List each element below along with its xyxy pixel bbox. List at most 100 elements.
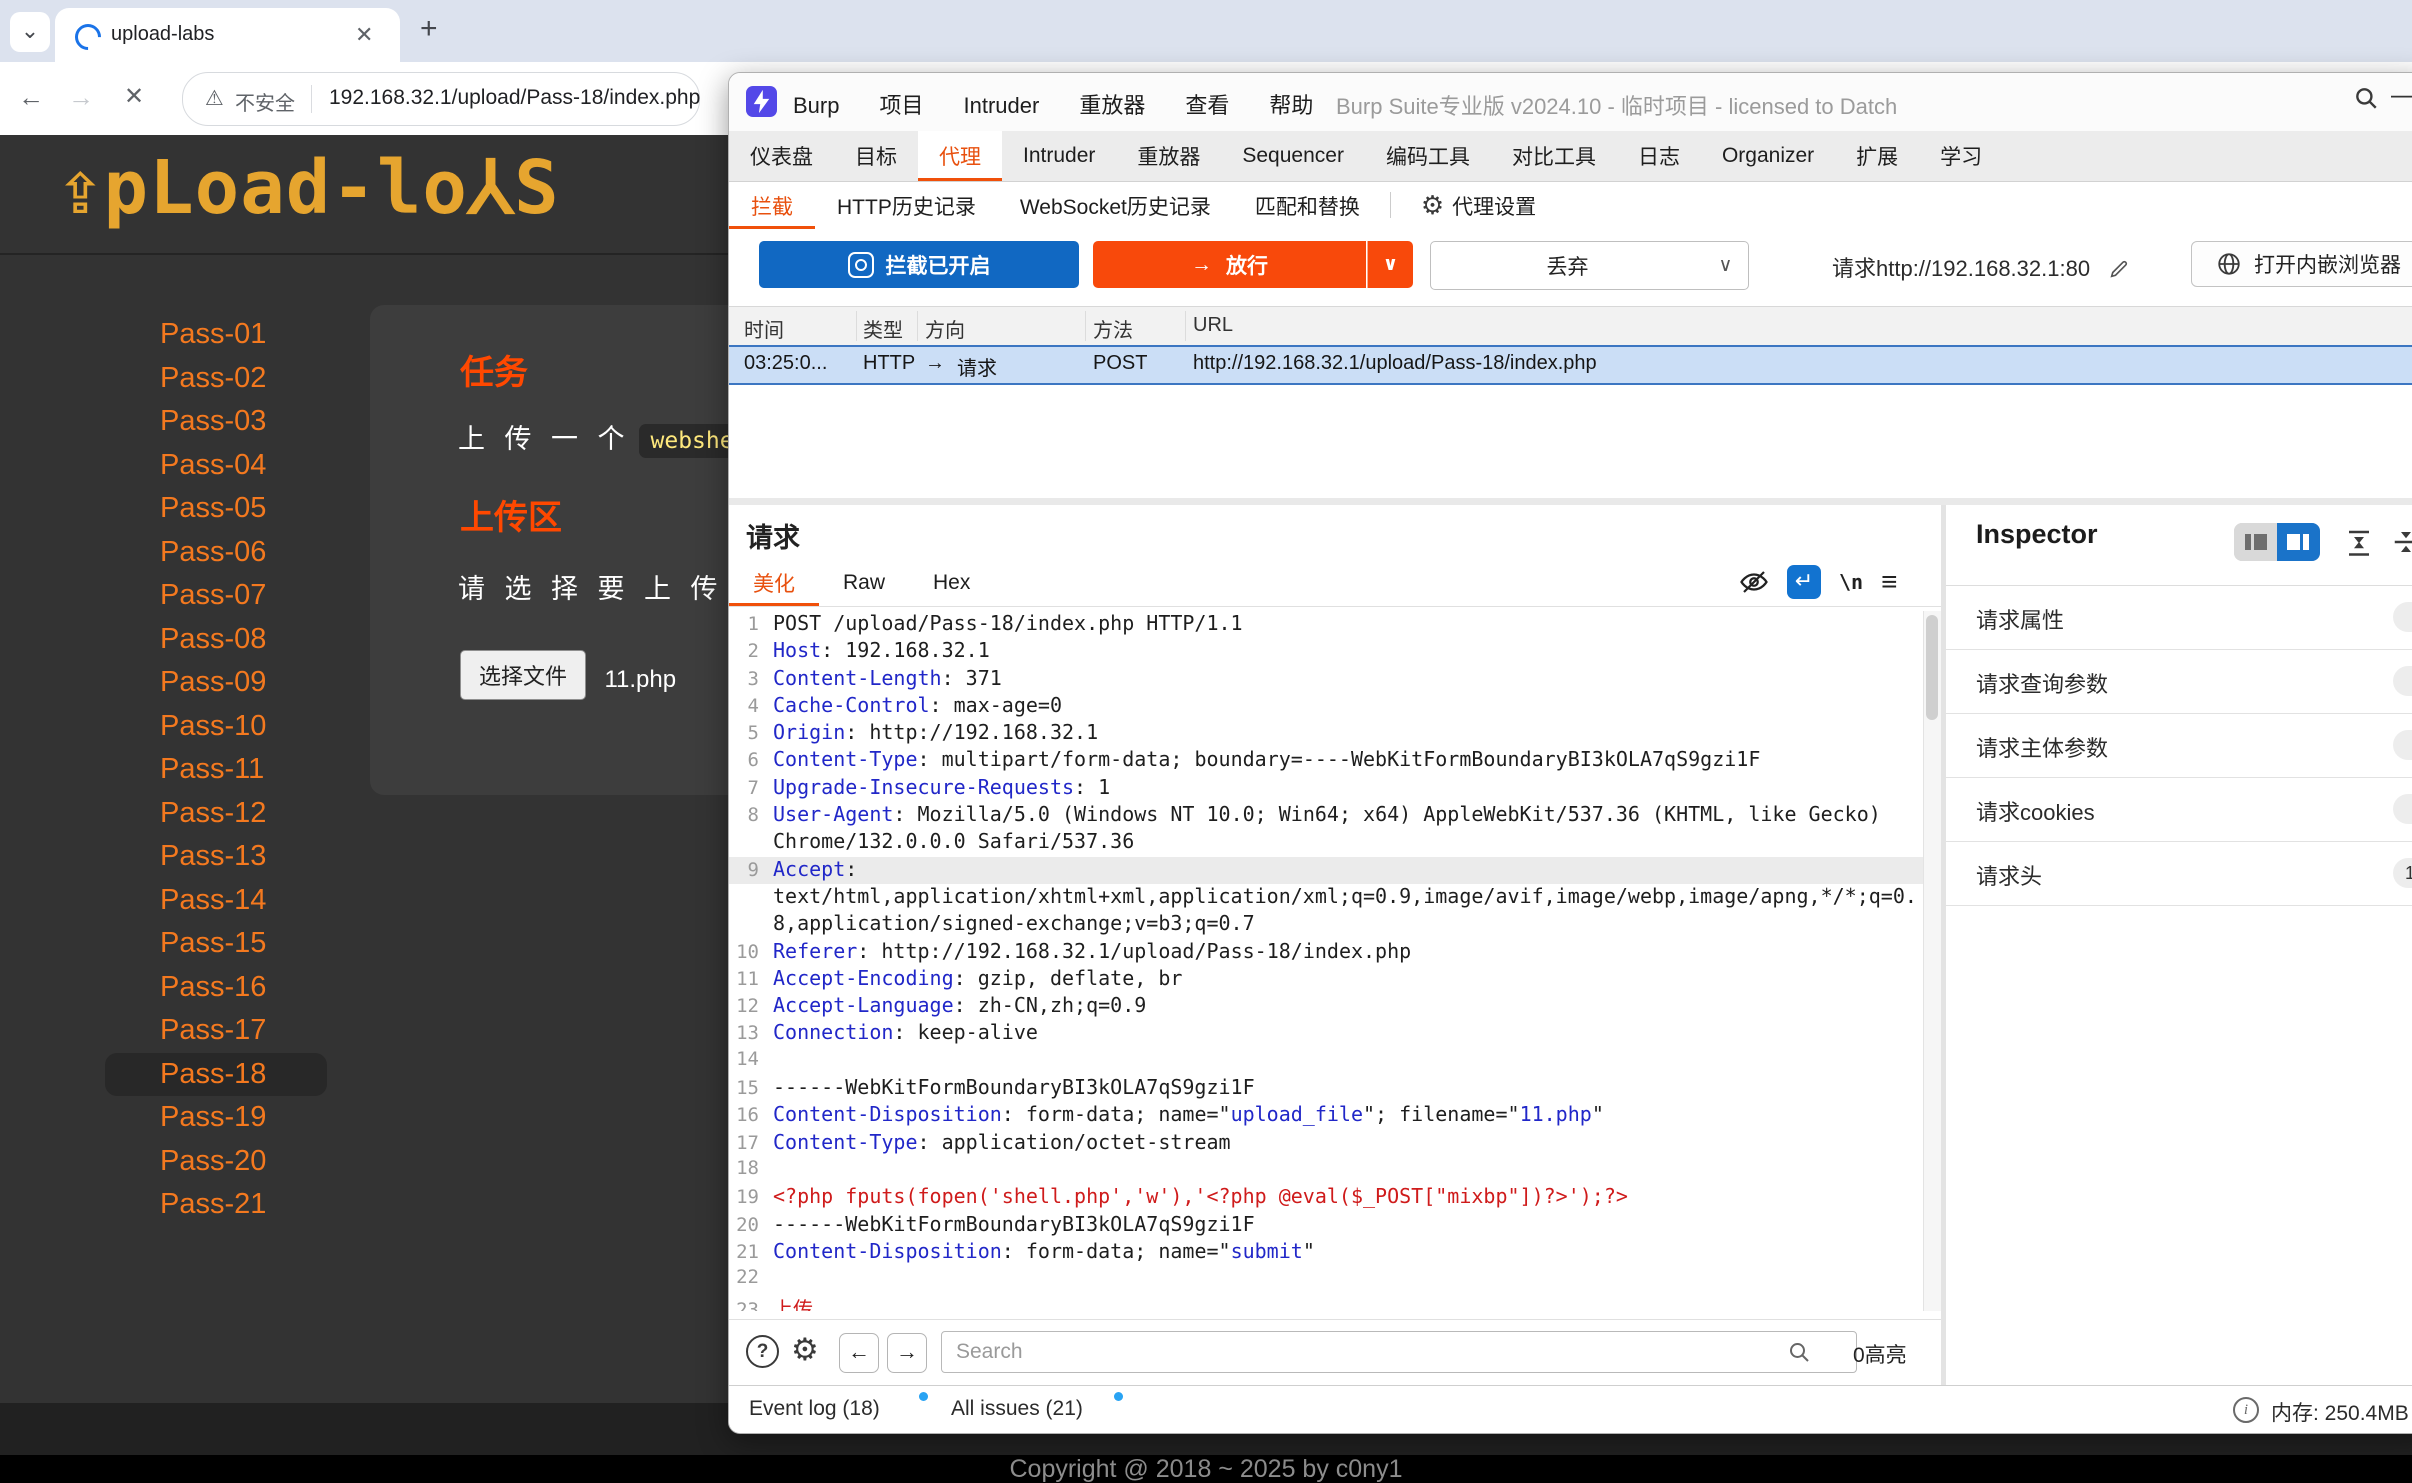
sidebar-item-Pass-04[interactable]: Pass-04 xyxy=(105,444,327,488)
scrollbar-thumb[interactable] xyxy=(1926,615,1938,720)
sidebar-item-Pass-20[interactable]: Pass-20 xyxy=(105,1140,327,1184)
menu-item-查看[interactable]: 查看 xyxy=(1185,88,1229,120)
sidebar-item-Pass-17[interactable]: Pass-17 xyxy=(105,1009,327,1053)
sidebar-item-Pass-11[interactable]: Pass-11 xyxy=(105,748,327,792)
newline-chars-icon[interactable]: \n xyxy=(1839,570,1863,594)
burp-tab-扩展[interactable]: 扩展 xyxy=(1835,131,1919,181)
editor-menu-icon[interactable]: ≡ xyxy=(1881,566,1897,598)
layout-left-icon[interactable] xyxy=(2234,523,2277,561)
sidebar-item-Pass-09[interactable]: Pass-09 xyxy=(105,661,327,705)
queue-table-row[interactable]: 03:25:0... HTTP → 请求 POST http://192.168.32.1… xyxy=(729,345,2412,385)
proxy-settings-tab[interactable]: ⚙ 代理设置 xyxy=(1399,182,1558,229)
burp-tab-Organizer[interactable]: Organizer xyxy=(1701,131,1835,181)
edit-pencil-icon[interactable] xyxy=(2108,256,2130,281)
code-segment: : 371 xyxy=(941,665,1002,690)
inspector-section-请求头[interactable]: 请求头 1 xyxy=(1946,842,2412,906)
choose-file-button[interactable]: 选择文件 xyxy=(460,650,587,700)
proxy-subtab-WebSocket历史记录[interactable]: WebSocket历史记录 xyxy=(998,182,1233,229)
proxy-subtab-匹配和替换[interactable]: 匹配和替换 xyxy=(1233,182,1382,229)
sidebar-item-Pass-21[interactable]: Pass-21 xyxy=(105,1183,327,1227)
forward-button[interactable]: → 放行 xyxy=(1093,241,1366,288)
layout-right-icon[interactable] xyxy=(2277,523,2320,561)
search-input[interactable] xyxy=(941,1331,1857,1373)
proxy-subtab-拦截[interactable]: 拦截 xyxy=(729,182,815,229)
sidebar-item-Pass-15[interactable]: Pass-15 xyxy=(105,922,327,966)
all-issues-tab[interactable]: All issues (21) xyxy=(951,1397,1083,1421)
help-icon[interactable]: ? xyxy=(746,1335,779,1368)
word-wrap-icon[interactable]: ↵ xyxy=(1787,565,1821,599)
burp-tab-代理[interactable]: 代理 xyxy=(918,131,1002,181)
new-tab-button[interactable]: + xyxy=(420,12,438,46)
settings-gear-icon[interactable]: ⚙ xyxy=(791,1332,819,1368)
menu-item-Intruder[interactable]: Intruder xyxy=(964,93,1040,119)
sidebar-item-Pass-16[interactable]: Pass-16 xyxy=(105,966,327,1010)
menu-item-帮助[interactable]: 帮助 xyxy=(1269,88,1313,120)
drop-button[interactable]: 丢弃 xyxy=(1430,241,1705,290)
sidebar-item-Pass-10[interactable]: Pass-10 xyxy=(105,705,327,749)
burp-tab-Sequencer[interactable]: Sequencer xyxy=(1221,131,1365,181)
request-editor[interactable]: 1 POST /upload/Pass-18/index.php HTTP/1.1… xyxy=(729,611,1923,1311)
menu-item-项目[interactable]: 项目 xyxy=(879,88,923,120)
burp-tab-学习[interactable]: 学习 xyxy=(1919,131,2003,181)
sidebar-item-Pass-03[interactable]: Pass-03 xyxy=(105,400,327,444)
inspector-section-请求cookies[interactable]: 请求cookies xyxy=(1946,778,2412,842)
request-view-tab-Raw[interactable]: Raw xyxy=(819,560,909,606)
sidebar-item-Pass-13[interactable]: Pass-13 xyxy=(105,835,327,879)
column-header-方向[interactable]: 方向 xyxy=(925,314,965,343)
column-header-类型[interactable]: 类型 xyxy=(863,314,903,343)
burp-tab-日志[interactable]: 日志 xyxy=(1617,131,1701,181)
sidebar-item-Pass-06[interactable]: Pass-06 xyxy=(105,531,327,575)
back-icon[interactable]: ← xyxy=(18,82,44,113)
address-bar[interactable]: ⚠ 不安全 192.168.32.1/upload/Pass-18/index.… xyxy=(182,72,700,126)
collapse-all-icon[interactable] xyxy=(2391,527,2412,557)
inspector-section-请求查询参数[interactable]: 请求查询参数 xyxy=(1946,650,2412,714)
sidebar-item-Pass-14[interactable]: Pass-14 xyxy=(105,879,327,923)
search-next-button[interactable]: → xyxy=(887,1333,927,1373)
burp-tab-目标[interactable]: 目标 xyxy=(834,131,918,181)
menu-item-重放器[interactable]: 重放器 xyxy=(1079,88,1145,120)
column-header-URL[interactable]: URL xyxy=(1193,314,1233,337)
stop-loading-icon[interactable]: ✕ xyxy=(124,82,144,111)
horizontal-splitter[interactable] xyxy=(729,498,2412,505)
burp-tab-重放器[interactable]: 重放器 xyxy=(1116,131,1221,181)
tab-close-icon[interactable]: ✕ xyxy=(355,22,373,48)
sidebar-item-Pass-02[interactable]: Pass-02 xyxy=(105,357,327,401)
search-icon[interactable] xyxy=(2353,85,2379,111)
burp-tab-仪表盘[interactable]: 仪表盘 xyxy=(729,131,834,181)
sidebar-item-Pass-01[interactable]: Pass-01 xyxy=(105,313,327,357)
sidebar-item-Pass-12[interactable]: Pass-12 xyxy=(105,792,327,836)
sidebar-item-Pass-07[interactable]: Pass-07 xyxy=(105,574,327,618)
hide-nonprintable-icon[interactable] xyxy=(1739,567,1769,597)
column-header-方法[interactable]: 方法 xyxy=(1093,314,1133,343)
minimize-icon[interactable]: — xyxy=(2391,79,2412,110)
inspector-layout-toggle[interactable] xyxy=(2234,523,2320,561)
burp-tab-编码工具[interactable]: 编码工具 xyxy=(1365,131,1491,181)
menu-item-Burp[interactable]: Burp xyxy=(793,93,839,119)
sidebar-item-Pass-19[interactable]: Pass-19 xyxy=(105,1096,327,1140)
burp-tab-Intruder[interactable]: Intruder xyxy=(1002,131,1116,181)
event-log-tab[interactable]: Event log (18) xyxy=(749,1397,880,1421)
search-prev-button[interactable]: ← xyxy=(839,1333,879,1373)
open-embedded-browser-button[interactable]: 打开内嵌浏览器 xyxy=(2191,241,2412,287)
copyright-author[interactable]: c0ny1 xyxy=(1336,1455,1403,1483)
inspector-section-请求主体参数[interactable]: 请求主体参数 xyxy=(1946,714,2412,778)
burp-tab-对比工具[interactable]: 对比工具 xyxy=(1491,131,1617,181)
request-view-tab-Hex[interactable]: Hex xyxy=(909,560,994,606)
forward-icon[interactable]: → xyxy=(68,82,94,113)
tab-list-chevron-icon[interactable]: ⌄ xyxy=(10,12,50,52)
request-line: 12 Accept-Language: zh-CN,zh;q=0.9 xyxy=(729,993,1923,1020)
proxy-subtab-HTTP历史记录[interactable]: HTTP历史记录 xyxy=(815,182,998,229)
editor-scrollbar[interactable] xyxy=(1923,611,1941,1311)
line-number: 6 xyxy=(747,749,759,772)
inspector-section-请求属性[interactable]: 请求属性 xyxy=(1946,586,2412,650)
drop-dropdown[interactable]: ∨ xyxy=(1703,241,1749,290)
sidebar-item-Pass-05[interactable]: Pass-05 xyxy=(105,487,327,531)
request-view-tab-美化[interactable]: 美化 xyxy=(729,560,819,606)
intercept-toggle-button[interactable]: 拦截已开启 xyxy=(759,241,1079,288)
forward-dropdown[interactable]: ∨ xyxy=(1367,241,1413,288)
expand-all-icon[interactable] xyxy=(2344,527,2374,557)
sidebar-item-Pass-08[interactable]: Pass-08 xyxy=(105,618,327,662)
column-header-时间[interactable]: 时间 xyxy=(744,314,784,343)
sidebar-item-Pass-18[interactable]: Pass-18 xyxy=(105,1052,327,1096)
browser-tab[interactable]: upload-labs ✕ xyxy=(55,8,400,62)
